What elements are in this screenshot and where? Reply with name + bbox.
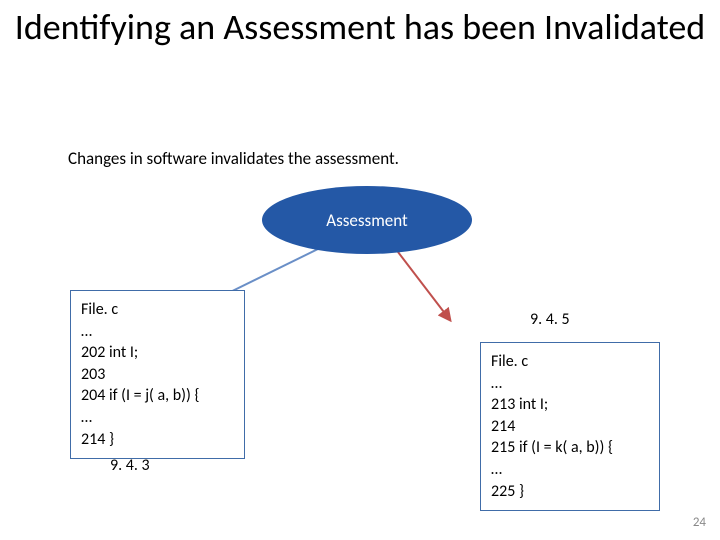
code-line: …: [491, 459, 649, 481]
code-line: …: [491, 373, 649, 395]
code-box-left: File. c … 202 int I; 203 204 if (I = j( …: [70, 290, 245, 459]
code-line: 204 if (I = j( a, b)) {: [81, 385, 234, 407]
assessment-label: Assessment: [326, 210, 407, 231]
code-line: 213 int I;: [491, 394, 649, 416]
slide-title: Identifying an Assessment has been Inval…: [0, 8, 720, 48]
code-line: …: [81, 321, 234, 343]
assessment-ellipse: Assessment: [262, 186, 472, 254]
code-line: 202 int I;: [81, 342, 234, 364]
code-line: File. c: [491, 351, 649, 373]
slide-subtitle: Changes in software invalidates the asse…: [68, 148, 399, 169]
page-number: 24: [693, 515, 706, 530]
reference-right: 9. 4. 5: [530, 310, 570, 329]
code-box-right: File. c … 213 int I; 214 215 if (I = k( …: [480, 342, 660, 511]
code-line: 225 }: [491, 481, 649, 503]
reference-left: 9. 4. 3: [110, 456, 150, 475]
code-line: 214: [491, 416, 649, 438]
code-line: 203: [81, 364, 234, 386]
code-line: …: [81, 407, 234, 429]
code-line: File. c: [81, 299, 234, 321]
code-line: 215 if (I = k( a, b)) {: [491, 437, 649, 459]
connector-right-arrow: [398, 252, 450, 320]
slide: Identifying an Assessment has been Inval…: [0, 0, 720, 540]
code-line: 214 }: [81, 429, 234, 451]
